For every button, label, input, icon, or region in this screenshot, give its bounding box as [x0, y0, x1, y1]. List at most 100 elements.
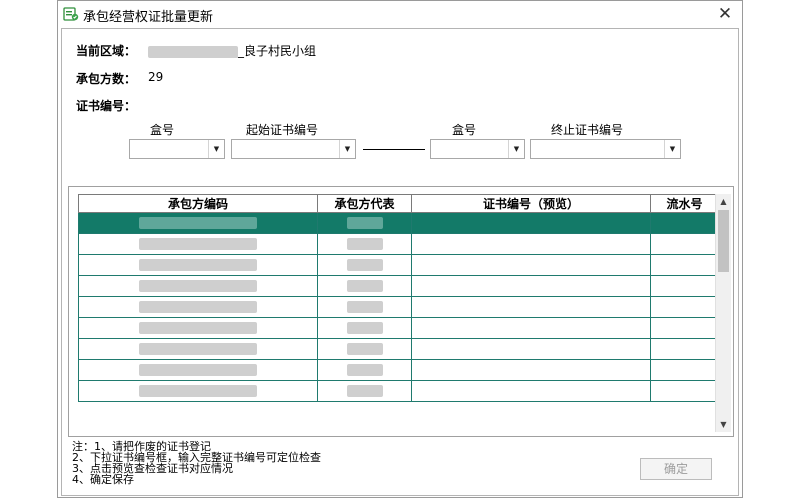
close-button[interactable]: ✕	[708, 1, 742, 27]
table-cell[interactable]	[78, 254, 318, 276]
table-row[interactable]	[78, 317, 719, 339]
table-cell[interactable]	[411, 296, 651, 318]
table-row[interactable]	[78, 233, 719, 255]
table-cell[interactable]	[317, 254, 412, 276]
start-box-dropdown[interactable]: ▼	[129, 139, 225, 159]
table-cell[interactable]	[650, 275, 719, 297]
table-cell[interactable]	[411, 233, 651, 255]
table-cell[interactable]	[650, 233, 719, 255]
table-cell[interactable]	[78, 212, 318, 234]
area-value: _良子村民小组	[148, 42, 316, 59]
certificate-app-icon	[63, 7, 79, 21]
scroll-down-arrow-icon[interactable]: ▼	[716, 417, 731, 432]
column-header-cert-preview[interactable]: 证书编号（预览）	[411, 194, 651, 213]
table-row[interactable]	[78, 275, 719, 297]
chevron-down-icon: ▼	[508, 140, 524, 158]
chevron-down-icon: ▼	[208, 140, 224, 158]
redacted-value	[139, 217, 257, 229]
table-cell[interactable]	[650, 212, 719, 234]
start-cert-label: 起始证书编号	[245, 123, 318, 137]
chevron-down-icon: ▼	[339, 140, 355, 158]
table-cell[interactable]	[317, 380, 412, 402]
redacted-value	[346, 280, 383, 292]
area-label: 当前区域：	[76, 44, 137, 58]
close-icon: ✕	[717, 4, 733, 24]
end-cert-dropdown[interactable]: ▼	[530, 139, 681, 159]
note-line: 4、确定保存	[72, 473, 134, 486]
table-body	[78, 212, 719, 402]
table-cell[interactable]	[650, 254, 719, 276]
table-cell[interactable]	[411, 254, 651, 276]
table-row[interactable]	[78, 296, 719, 318]
redacted-value	[346, 322, 383, 334]
range-separator	[363, 149, 425, 150]
table-cell[interactable]	[650, 296, 719, 318]
redacted-value	[346, 238, 383, 250]
table-cell[interactable]	[411, 338, 651, 360]
redacted-value	[346, 364, 383, 376]
redacted-value	[139, 385, 257, 397]
confirm-button[interactable]: 确定	[640, 458, 712, 480]
column-header-representative[interactable]: 承包方代表	[317, 194, 412, 213]
table-cell[interactable]	[78, 296, 318, 318]
table-cell[interactable]	[78, 380, 318, 402]
count-label: 承包方数：	[76, 72, 137, 86]
box-number-label-2: 盒号	[451, 123, 476, 137]
scrollbar-thumb[interactable]	[718, 210, 729, 272]
table-cell[interactable]	[78, 359, 318, 381]
redacted-value	[139, 364, 257, 376]
column-header-contractor-code[interactable]: 承包方编码	[78, 194, 318, 213]
table-row[interactable]	[78, 380, 719, 402]
redacted-value	[346, 259, 383, 271]
redacted-value	[346, 385, 383, 397]
table-cell[interactable]	[78, 338, 318, 360]
table-cell[interactable]	[650, 338, 719, 360]
table-cell[interactable]	[317, 359, 412, 381]
content-frame: 当前区域： _良子村民小组 承包方数： 29 证书编号： 盒号 起始证书编号 盒…	[61, 28, 739, 496]
table-cell[interactable]	[78, 275, 318, 297]
table-row[interactable]	[78, 359, 719, 381]
table-row[interactable]	[78, 254, 719, 276]
vertical-scrollbar[interactable]: ▲ ▼	[715, 194, 731, 432]
table-cell[interactable]	[411, 212, 651, 234]
table-cell[interactable]	[317, 233, 412, 255]
box-number-label-1: 盒号	[149, 123, 174, 137]
table-row[interactable]	[78, 338, 719, 360]
instructions-note: 注：1、请把作废的证书登记 2、下拉证书编号框，输入完整证书编号可定位检查 3、…	[72, 441, 321, 485]
redacted-value	[139, 322, 257, 334]
end-box-dropdown[interactable]: ▼	[430, 139, 525, 159]
redacted-value	[139, 301, 257, 313]
table-cell[interactable]	[411, 275, 651, 297]
redacted-value	[346, 217, 383, 229]
start-cert-dropdown[interactable]: ▼	[231, 139, 356, 159]
table-cell[interactable]	[317, 275, 412, 297]
redacted-value	[139, 259, 257, 271]
redacted-value	[139, 343, 257, 355]
table-cell[interactable]	[78, 233, 318, 255]
window-title: 承包经营权证批量更新	[83, 10, 214, 25]
redacted-value	[346, 301, 383, 313]
scroll-up-arrow-icon[interactable]: ▲	[716, 194, 731, 209]
redacted-area-prefix	[148, 45, 238, 58]
table-cell[interactable]	[411, 317, 651, 339]
table-row[interactable]	[78, 212, 719, 234]
table-cell[interactable]	[650, 380, 719, 402]
table-cell[interactable]	[317, 338, 412, 360]
contractor-grid-panel: 承包方编码 承包方代表 证书编号（预览） 流水号 ▲ ▼	[68, 186, 734, 437]
table-cell[interactable]	[411, 359, 651, 381]
end-cert-label: 终止证书编号	[550, 123, 623, 137]
table-cell[interactable]	[650, 359, 719, 381]
column-header-serial[interactable]: 流水号	[650, 194, 719, 213]
table-cell[interactable]	[650, 317, 719, 339]
count-value: 29	[148, 70, 164, 84]
table-header-row: 承包方编码 承包方代表 证书编号（预览） 流水号	[78, 194, 719, 213]
redacted-value	[139, 280, 257, 292]
redacted-value	[139, 238, 257, 250]
table-cell[interactable]	[317, 296, 412, 318]
table-cell[interactable]	[317, 317, 412, 339]
table-cell[interactable]	[317, 212, 412, 234]
title-bar: 承包经营权证批量更新 ✕	[58, 1, 742, 27]
table-cell[interactable]	[411, 380, 651, 402]
redacted-value	[346, 343, 383, 355]
table-cell[interactable]	[78, 317, 318, 339]
